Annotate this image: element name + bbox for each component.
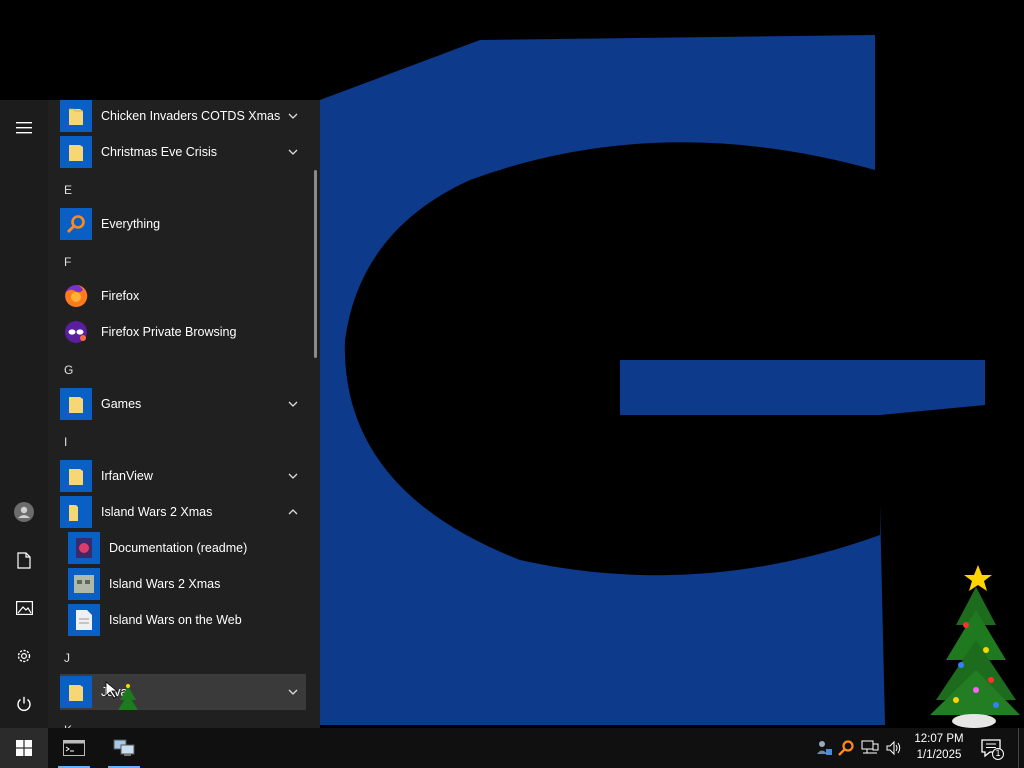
app-island-wars-2-xmas[interactable]: Island Wars 2 Xmas [68,566,306,602]
show-desktop-button[interactable] [1018,728,1024,768]
folder-icon [60,388,92,420]
app-list-scrollbar[interactable] [314,170,317,358]
firefox-private-icon [60,316,92,348]
pictures-button[interactable] [0,588,48,628]
app-irfanview-folder[interactable]: IrfanView [60,458,306,494]
folder-icon [60,136,92,168]
clock[interactable]: 12:07 PM 1/1/2025 [908,731,970,765]
folder-icon [60,100,92,132]
app-firefox[interactable]: Firefox [60,278,306,314]
app-island-wars-2-xmas-folder[interactable]: Island Wars 2 Xmas [60,494,306,530]
people-network-icon[interactable] [814,738,834,758]
start-menu-rail [0,100,48,728]
document-icon [17,551,31,569]
network-icon[interactable] [860,738,880,758]
firefox-icon [60,280,92,312]
app-label: Firefox Private Browsing [101,325,237,339]
action-center-button[interactable]: 1 [980,738,1006,760]
chevron-down-icon[interactable] [286,469,300,483]
folder-icon [60,460,92,492]
account-button[interactable] [0,492,48,532]
app-label: Everything [101,217,161,231]
app-games-folder[interactable]: Games [60,386,306,422]
app-list: Chicken Invaders COTDS Xmas Christmas Ev… [48,100,320,728]
expand-menu-button[interactable] [0,108,48,148]
readme-icon [68,532,100,564]
app-chicken-invaders-folder[interactable]: Chicken Invaders COTDS Xmas [60,100,306,134]
app-everything[interactable]: Everything [60,206,306,242]
start-button[interactable] [0,728,48,768]
taskbar-app-command-prompt[interactable] [52,728,96,768]
letter-header-k[interactable]: K [64,720,72,728]
computers-icon [113,739,135,756]
windows-logo-icon [16,740,32,756]
app-firefox-private-browsing[interactable]: Firefox Private Browsing [60,314,306,350]
pictures-icon [15,601,33,615]
game-icon [68,568,100,600]
chevron-down-icon[interactable] [286,685,300,699]
folder-open-icon [60,496,92,528]
volume-icon[interactable] [884,738,904,758]
christmas-tree-decoration [930,565,1020,728]
clock-date: 1/1/2025 [916,749,962,761]
tree-cursor-icon [105,681,138,710]
folder-icon [60,676,92,708]
console-icon [63,740,85,756]
letter-header-j[interactable]: J [64,648,70,668]
power-button[interactable] [0,684,48,724]
documents-button[interactable] [0,540,48,580]
taskbar-app-network[interactable] [102,728,146,768]
app-label: Chicken Invaders COTDS Xmas [101,109,281,123]
app-label: Island Wars 2 Xmas [101,505,213,519]
gear-icon [17,649,31,663]
chevron-down-icon[interactable] [286,145,300,159]
letter-header-i[interactable]: I [64,432,67,452]
hamburger-icon [16,122,32,134]
app-label: Documentation (readme) [109,541,248,555]
app-label: Island Wars on the Web [109,613,242,627]
chevron-down-icon[interactable] [286,109,300,123]
notification-count-badge: 1 [995,748,1001,758]
power-icon [17,696,31,711]
app-christmas-eve-crisis-folder[interactable]: Christmas Eve Crisis [60,134,306,170]
chevron-up-icon[interactable] [286,505,300,519]
magnifier-icon [60,208,92,240]
taskbar: 12:07 PM 1/1/2025 1 [0,728,1024,768]
app-label: Firefox [101,289,140,303]
app-label: Christmas Eve Crisis [101,145,217,159]
chevron-down-icon[interactable] [286,397,300,411]
app-label: Island Wars 2 Xmas [109,577,221,591]
clock-time: 12:07 PM [914,733,964,745]
letter-header-e[interactable]: E [64,180,72,200]
app-java-folder[interactable]: Java [60,674,306,710]
start-menu: Chicken Invaders COTDS Xmas Christmas Ev… [0,100,320,728]
web-document-icon [68,604,100,636]
app-island-wars-on-the-web[interactable]: Island Wars on the Web [68,602,306,638]
letter-header-f[interactable]: F [64,252,71,272]
app-documentation-readme[interactable]: Documentation (readme) [68,530,306,566]
app-label: Games [101,397,142,411]
letter-header-g[interactable]: G [64,360,73,380]
user-icon [14,502,34,522]
search-magnifier-icon[interactable] [836,738,856,758]
app-label: IrfanView [101,469,153,483]
settings-button[interactable] [0,636,48,676]
